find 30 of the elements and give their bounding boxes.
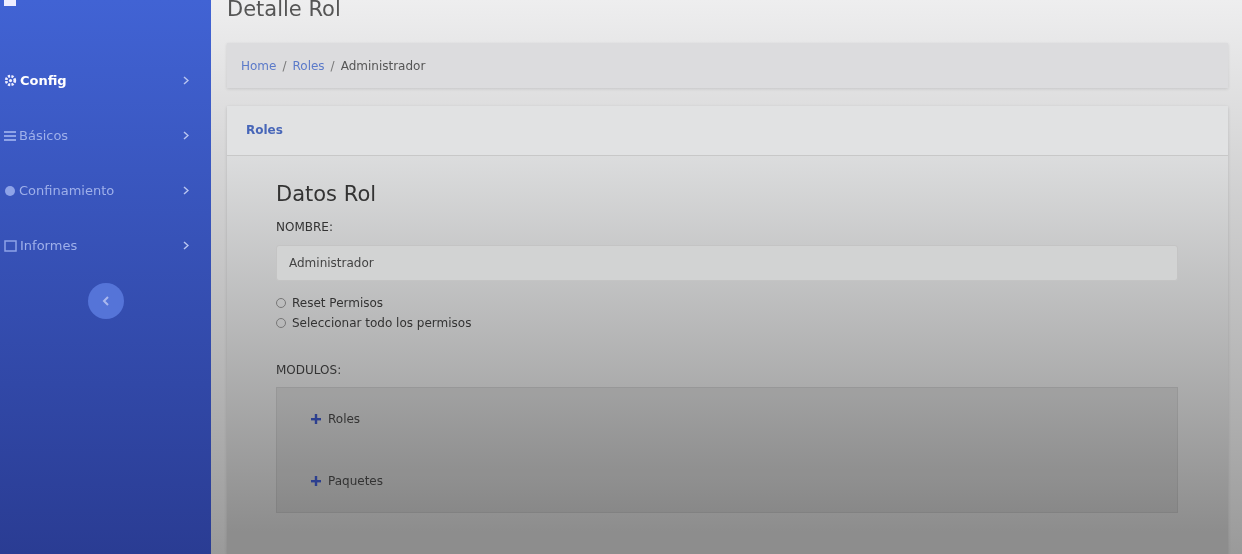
- module-toggle[interactable]: Paquetes: [328, 473, 383, 488]
- sidebar-item[interactable]: Config: [0, 53, 211, 108]
- collapse-sidebar-button[interactable]: [87, 283, 124, 319]
- chevron-right-icon: [183, 76, 189, 85]
- list-icon: [4, 129, 16, 142]
- breadcrumb-separator: /: [330, 58, 335, 73]
- sidebar-item[interactable]: Informes: [0, 218, 211, 273]
- section-title: Datos Rol: [276, 181, 378, 206]
- breadcrumb-link[interactable]: Home: [241, 58, 277, 73]
- circle-icon: [4, 184, 16, 197]
- card-header-title: Roles: [246, 123, 283, 138]
- breadcrumb-link[interactable]: Roles: [292, 58, 325, 73]
- dashboard-icon: [4, 0, 16, 6]
- breadcrumb-current: Administrador: [340, 58, 426, 73]
- chevron-right-icon: [183, 131, 189, 140]
- square-icon: [4, 239, 17, 252]
- chevron-left-icon: [101, 296, 110, 306]
- gear-icon: [4, 74, 17, 87]
- breadcrumb-separator: /: [282, 58, 287, 73]
- chevron-right-icon: [183, 241, 189, 250]
- name-input-field[interactable]: Administrador: [276, 244, 1178, 281]
- field-label: NOMBRE:: [276, 219, 334, 234]
- module-toggle[interactable]: Roles: [328, 411, 361, 426]
- chevron-right-icon: [183, 186, 189, 195]
- sidebar-item[interactable]: Básicos: [0, 108, 211, 163]
- radio-label: Seleccionar todo los permisos: [292, 315, 472, 330]
- field-label: MODULOS:: [276, 362, 343, 377]
- radio-label: Reset Permisos: [292, 295, 384, 310]
- page-title: Detalle Rol: [227, 0, 342, 23]
- sidebar-item[interactable]: Confinamiento: [0, 163, 211, 218]
